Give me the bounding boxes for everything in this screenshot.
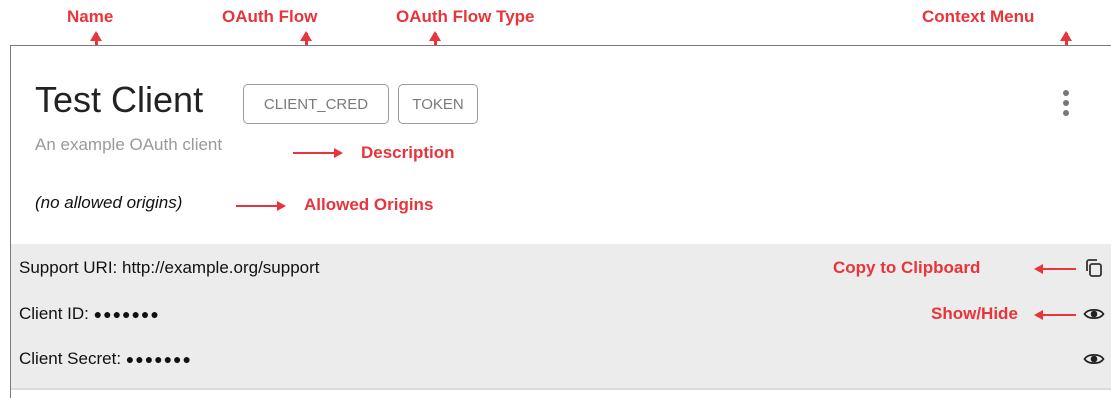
annotation-copy-to-clipboard: Copy to Clipboard: [833, 258, 981, 277]
annotation-allowed-origins: Allowed Origins: [304, 195, 434, 214]
allowed-origins: (no allowed origins): [35, 193, 183, 212]
client-id-row: Client ID: ●●●●●●●: [19, 304, 160, 324]
client-description: An example OAuth client: [35, 135, 223, 154]
client-secret-label: Client Secret:: [19, 349, 122, 368]
annotation-arrow-show-hide: [1034, 310, 1076, 320]
annotation-arrow-allowed-origins: [236, 201, 286, 211]
kebab-dot: [1063, 100, 1069, 106]
support-uri-row: Support URI: http://example.org/support: [19, 258, 320, 278]
annotation-oauth-flow-type: OAuth Flow Type: [396, 7, 535, 26]
client-name: Test Client: [35, 79, 204, 120]
annotation-show-hide: Show/Hide: [931, 304, 1018, 323]
context-menu-button[interactable]: [1059, 90, 1073, 124]
support-uri-value: http://example.org/support: [122, 258, 320, 277]
annotation-context-menu: Context Menu: [922, 7, 1035, 26]
show-hide-client-id-icon[interactable]: [1083, 303, 1105, 325]
client-id-value: ●●●●●●●: [93, 306, 160, 322]
client-secret-row: Client Secret: ●●●●●●●: [19, 349, 192, 369]
annotation-arrow-description: [293, 148, 343, 158]
annotation-name: Name: [67, 7, 114, 26]
oauth-client-card: Test Client CLIENT_CRED TOKEN An example…: [10, 45, 1111, 398]
show-hide-client-secret-icon[interactable]: [1083, 348, 1105, 370]
support-uri-label: Support URI:: [19, 258, 118, 277]
oauth-flow-chip: CLIENT_CRED: [243, 84, 389, 124]
copy-icon[interactable]: [1083, 257, 1105, 279]
annotation-description: Description: [361, 143, 455, 162]
oauth-flow-type-chip: TOKEN: [398, 84, 478, 124]
annotation-oauth-flow: OAuth Flow: [222, 7, 318, 26]
client-id-label: Client ID:: [19, 304, 89, 323]
kebab-dot: [1063, 110, 1069, 116]
kebab-dot: [1063, 90, 1069, 96]
client-secret-value: ●●●●●●●: [125, 351, 192, 367]
annotation-arrow-copy-to-clipboard: [1034, 264, 1076, 274]
